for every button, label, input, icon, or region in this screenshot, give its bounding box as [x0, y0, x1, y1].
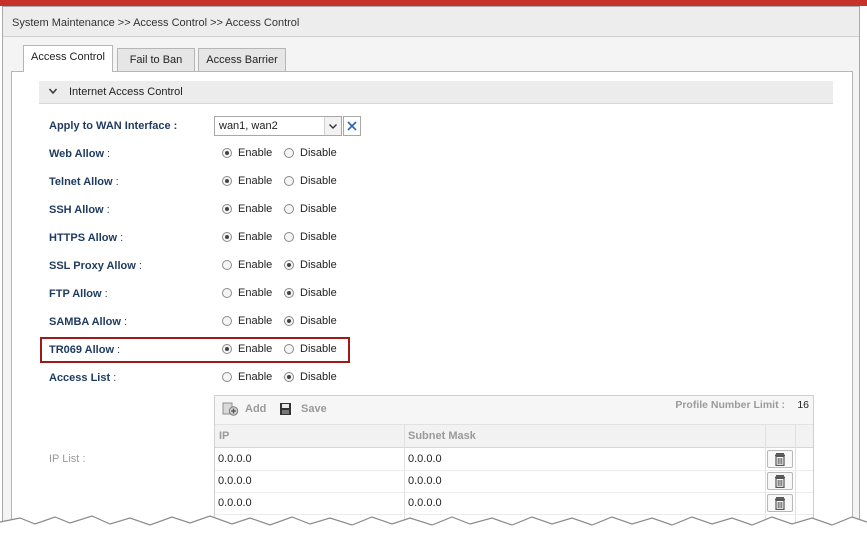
- add-icon: [222, 402, 239, 416]
- radio-button[interactable]: [284, 344, 294, 354]
- setting-row-ssl-proxy-allow: SSL Proxy Allow : Enable Disable: [49, 259, 337, 272]
- wan-interface-value: wan1, wan2: [219, 120, 278, 132]
- radio-button[interactable]: [284, 176, 294, 186]
- setting-label: FTP Allow :: [49, 288, 108, 300]
- section-header-internet-access-control[interactable]: Internet Access Control: [39, 81, 833, 104]
- setting-label: HTTPS Allow :: [49, 232, 124, 244]
- breadcrumb: System Maintenance >> Access Control >> …: [12, 17, 300, 29]
- content-frame: System Maintenance >> Access Control >> …: [2, 6, 860, 541]
- radio-button[interactable]: [222, 344, 232, 354]
- radio-button[interactable]: [284, 204, 294, 214]
- radio-button[interactable]: [222, 288, 232, 298]
- section-title: Internet Access Control: [69, 86, 183, 98]
- tab-fail-to-ban[interactable]: Fail to Ban: [117, 48, 195, 72]
- table-row[interactable]: 0.0.0.0 0.0.0.0: [215, 470, 813, 493]
- subnet-mask-cell[interactable]: 0.0.0.0: [408, 475, 442, 487]
- setting-row-https-allow: HTTPS Allow : Enable Disable: [49, 231, 337, 244]
- trash-icon: [775, 497, 785, 511]
- setting-label: SSH Allow :: [49, 204, 110, 216]
- radio-button[interactable]: [222, 372, 232, 382]
- delete-row-button[interactable]: [767, 494, 793, 512]
- save-button[interactable]: Save: [277, 401, 331, 419]
- table-row[interactable]: 0.0.0.0 0.0.0.0: [215, 448, 813, 471]
- profile-number-limit-label: Profile Number Limit :: [675, 399, 785, 411]
- radio-button[interactable]: [284, 316, 294, 326]
- setting-row-access-list: Access List : Enable Disable: [49, 371, 337, 384]
- chevron-down-icon[interactable]: [324, 117, 341, 135]
- setting-label: SAMBA Allow :: [49, 316, 128, 328]
- profile-number-limit-value: 16: [797, 399, 809, 411]
- grid-toolbar: Add Save Profile Number Limit : 16: [215, 396, 813, 425]
- radio-button[interactable]: [284, 288, 294, 298]
- radio-button[interactable]: [222, 232, 232, 242]
- wan-interface-select[interactable]: wan1, wan2: [214, 116, 342, 136]
- ip-cell[interactable]: 0.0.0.0: [218, 475, 252, 487]
- radio-button[interactable]: [222, 260, 232, 270]
- clear-wan-button[interactable]: [343, 116, 361, 136]
- column-header-ip[interactable]: IP: [219, 430, 229, 442]
- wan-interface-row: Apply to WAN Interface :: [12, 117, 854, 137]
- delete-row-button[interactable]: [767, 472, 793, 490]
- torn-edge-decoration: [0, 515, 867, 548]
- setting-label: TR069 Allow :: [49, 344, 121, 356]
- setting-row-telnet-allow: Telnet Allow : Enable Disable: [49, 175, 337, 188]
- tab-panel: Internet Access Control Apply to WAN Int…: [11, 71, 853, 541]
- setting-row-ftp-allow: FTP Allow : Enable Disable: [49, 287, 337, 300]
- setting-row-ssh-allow: SSH Allow : Enable Disable: [49, 203, 337, 216]
- save-icon: [280, 403, 291, 415]
- radio-button[interactable]: [284, 148, 294, 158]
- ip-list-grid: Add Save Profile Number Limit : 16 IP Su…: [214, 395, 814, 528]
- subnet-mask-cell[interactable]: 0.0.0.0: [408, 497, 442, 509]
- radio-button[interactable]: [284, 232, 294, 242]
- wan-interface-label: Apply to WAN Interface :: [49, 120, 178, 132]
- tab-access-control[interactable]: Access Control: [23, 45, 113, 72]
- radio-button[interactable]: [222, 204, 232, 214]
- setting-label: Access List :: [49, 372, 117, 384]
- trash-icon: [775, 453, 785, 467]
- radio-button[interactable]: [222, 316, 232, 326]
- ip-cell[interactable]: 0.0.0.0: [218, 497, 252, 509]
- chevron-down-icon: [48, 88, 58, 95]
- radio-button[interactable]: [222, 148, 232, 158]
- ip-list-label: IP List :: [49, 453, 86, 465]
- setting-row-web-allow: Web Allow : Enable Disable: [49, 147, 337, 160]
- grid-header: IP Subnet Mask: [215, 425, 813, 448]
- delete-row-button[interactable]: [767, 450, 793, 468]
- ip-cell[interactable]: 0.0.0.0: [218, 453, 252, 465]
- radio-button[interactable]: [284, 260, 294, 270]
- radio-button[interactable]: [284, 372, 294, 382]
- breadcrumb-bar: System Maintenance >> Access Control >> …: [3, 7, 859, 37]
- trash-icon: [775, 475, 785, 489]
- column-header-subnet-mask[interactable]: Subnet Mask: [408, 430, 476, 442]
- add-button[interactable]: Add: [221, 401, 271, 419]
- radio-button[interactable]: [222, 176, 232, 186]
- subnet-mask-cell[interactable]: 0.0.0.0: [408, 453, 442, 465]
- setting-label: Telnet Allow :: [49, 176, 119, 188]
- tab-access-barrier[interactable]: Access Barrier: [198, 48, 286, 72]
- setting-label: SSL Proxy Allow :: [49, 260, 142, 272]
- close-icon: [347, 121, 357, 131]
- setting-row-tr069-allow: TR069 Allow : Enable Disable: [49, 343, 337, 356]
- setting-label: Web Allow :: [49, 148, 111, 160]
- setting-row-samba-allow: SAMBA Allow : Enable Disable: [49, 315, 337, 328]
